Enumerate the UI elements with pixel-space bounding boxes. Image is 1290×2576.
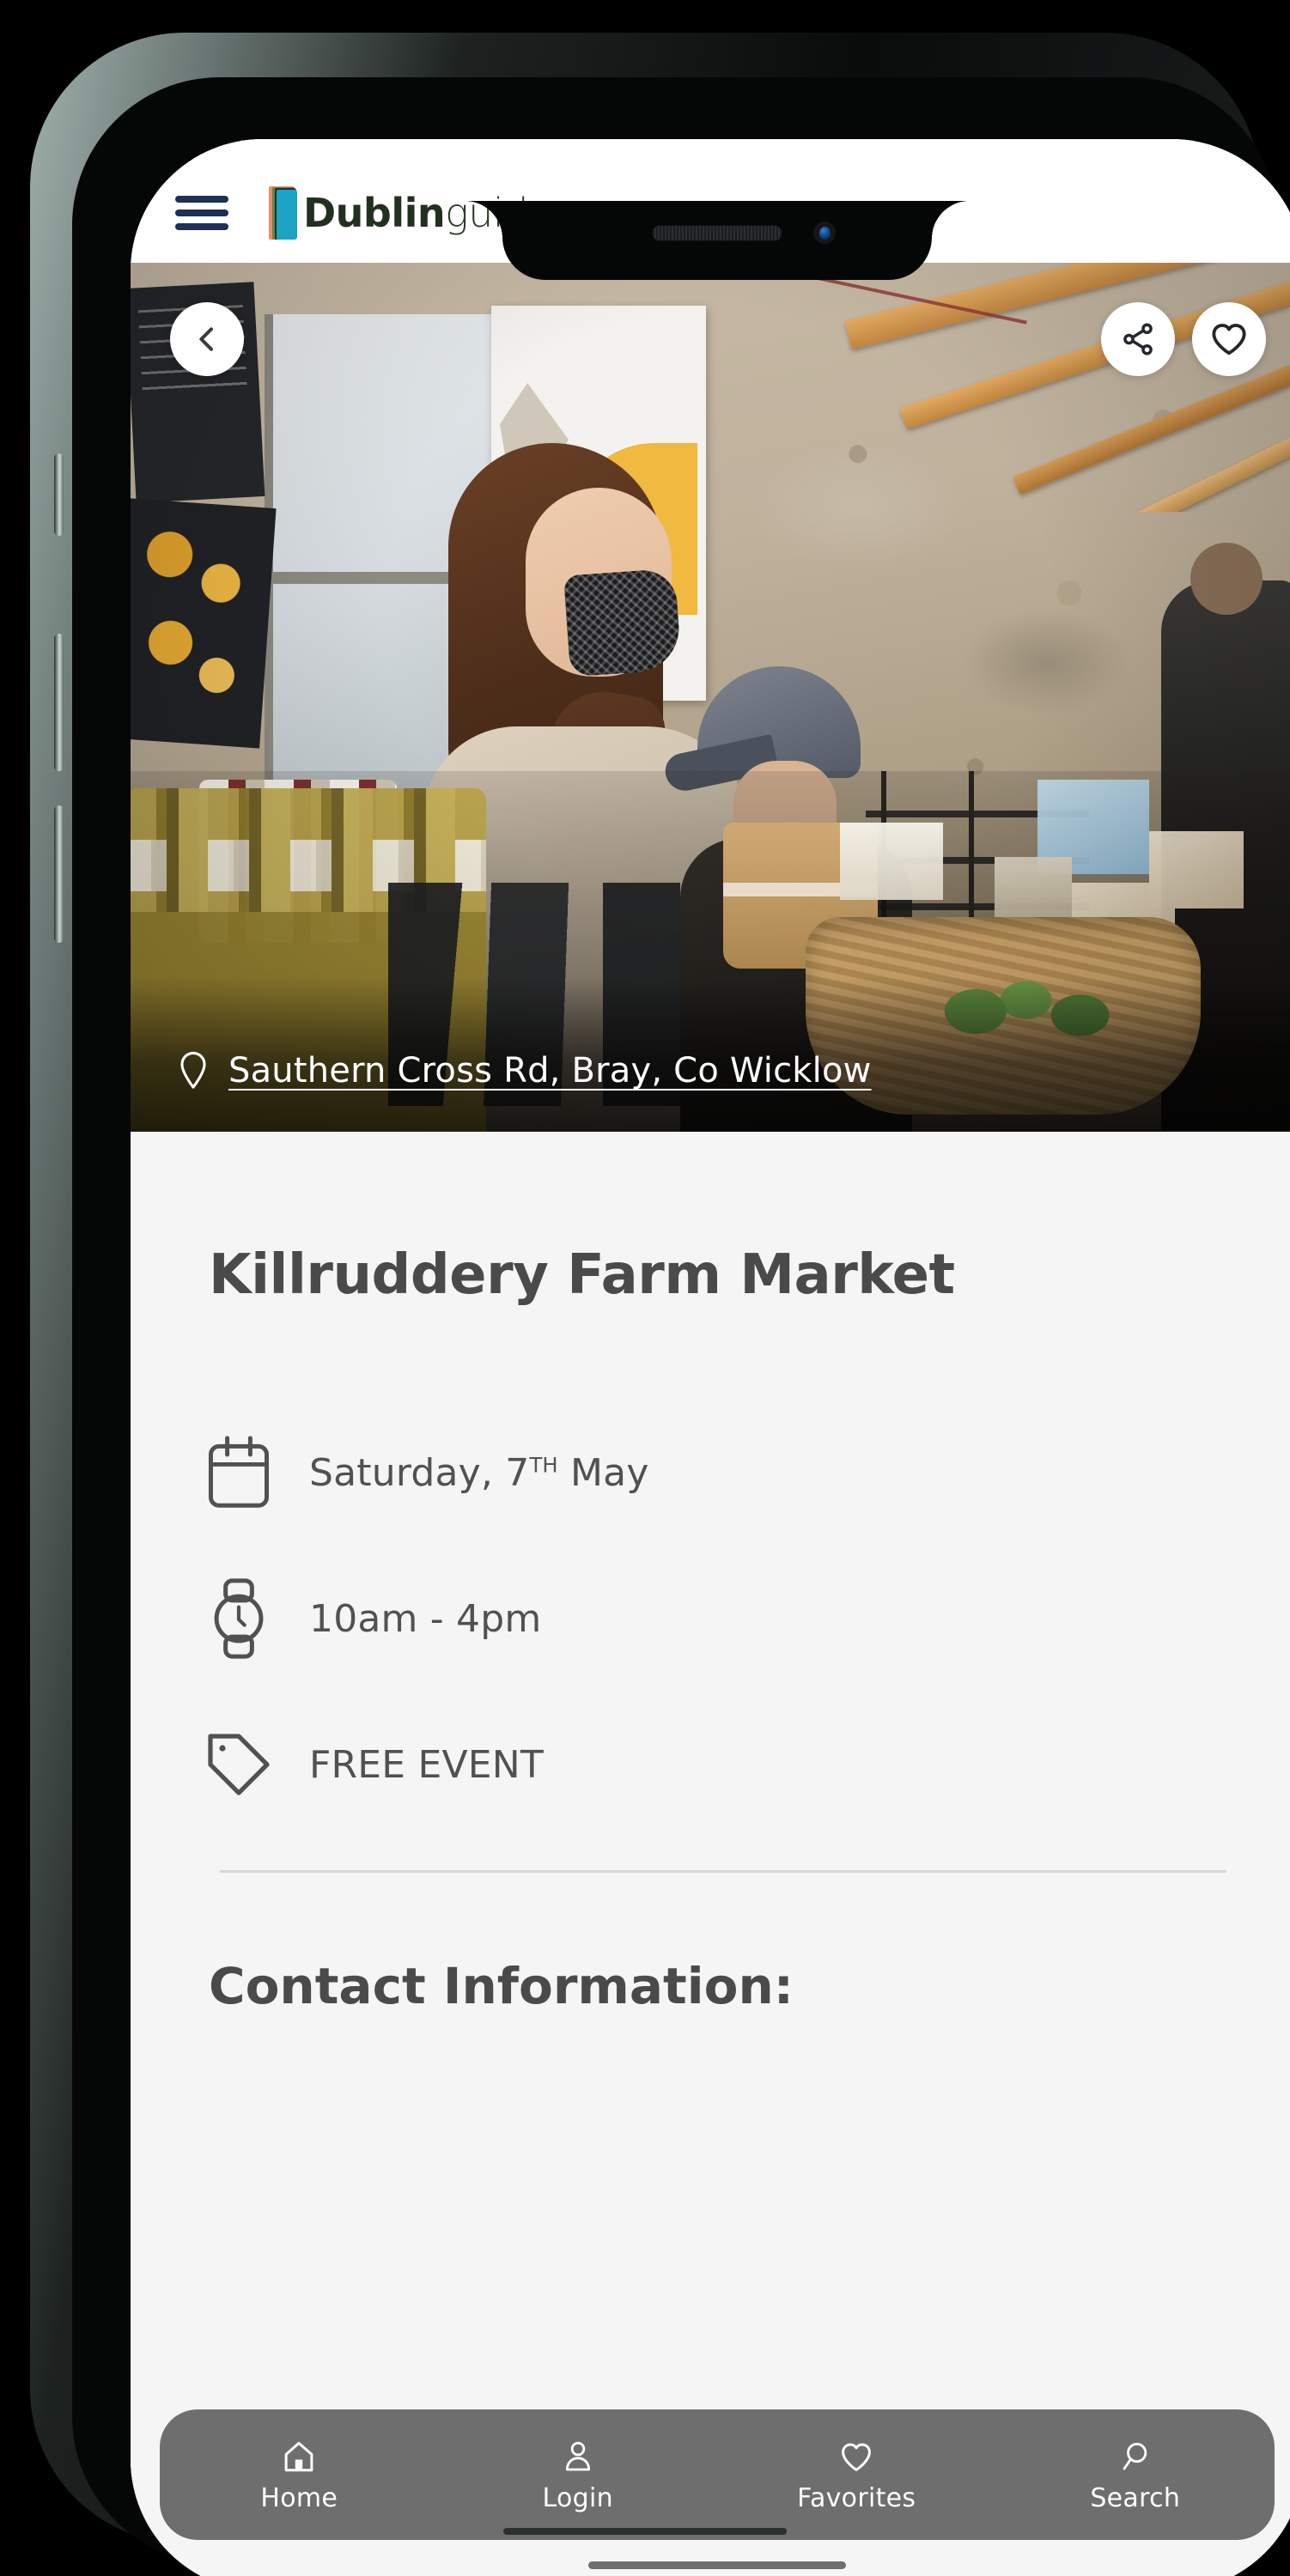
home-icon [281, 2437, 317, 2476]
map-pin-icon [180, 1051, 206, 1089]
nav-label-login: Login [542, 2482, 613, 2513]
nav-item-favorites[interactable]: Favorites [717, 2437, 996, 2513]
event-date-label: Saturday, 7TH May [309, 1451, 649, 1495]
calendar-icon [187, 1435, 290, 1510]
hamburger-bar [175, 223, 228, 230]
phone-mute-switch[interactable] [54, 453, 64, 536]
nav-label-favorites: Favorites [797, 2482, 916, 2513]
page-title: Killruddery Farm Market [209, 1243, 955, 1307]
event-date-month: May [557, 1450, 649, 1495]
event-price-label: FREE EVENT [309, 1742, 544, 1787]
back-button[interactable] [170, 302, 244, 376]
event-date-main: Saturday, 7 [309, 1450, 530, 1495]
chevron-left-icon [199, 327, 213, 351]
user-icon [561, 2437, 595, 2476]
share-icon [1123, 323, 1153, 355]
phone-frame: Dublinguide [30, 33, 1290, 2576]
price-tag-icon [187, 1728, 290, 1801]
screenshot-stage: Dublinguide [0, 0, 1290, 2576]
event-date-row: Saturday, 7TH May [187, 1400, 1247, 1546]
event-time-row: 10am - 4pm [187, 1546, 1247, 1692]
nav-item-home[interactable]: Home [160, 2437, 439, 2513]
logo-text-bold: Dublin [303, 190, 446, 236]
nav-label-search: Search [1090, 2482, 1181, 2513]
event-details-section: Killruddery Farm Market Saturday, 7TH Ma… [131, 1132, 1290, 2576]
app-viewport: Dublinguide [131, 139, 1290, 2576]
phone-volume-up-button[interactable] [54, 634, 64, 771]
location-text: Sauthern Cross Rd, Bray, Co Wicklow [228, 1051, 872, 1091]
notch-corner-left [465, 201, 502, 239]
front-camera [813, 222, 836, 244]
nav-label-home: Home [260, 2482, 338, 2513]
home-indicator [588, 2561, 846, 2569]
watch-icon [187, 1577, 290, 1660]
phone-bezel: Dublinguide [72, 77, 1290, 2576]
event-info-list: Saturday, 7TH May 10am - 4pm FREE EVENT [187, 1400, 1247, 1838]
hamburger-bar [175, 196, 228, 203]
event-location[interactable]: Sauthern Cross Rd, Bray, Co Wicklow [177, 1051, 872, 1091]
hamburger-bar [175, 210, 228, 216]
contact-information-heading: Contact Information: [209, 1957, 794, 2015]
notch-corner-right [932, 201, 970, 239]
search-icon [1118, 2437, 1153, 2476]
phone-notch [502, 201, 932, 280]
event-time-label: 10am - 4pm [309, 1596, 542, 1641]
book-icon [269, 186, 298, 240]
heart-icon [838, 2437, 874, 2476]
section-divider [220, 1870, 1226, 1873]
bottom-navigation-bar: Home Login Favorites Search [160, 2409, 1275, 2540]
hamburger-menu-icon[interactable] [175, 196, 228, 230]
hero-image-section: Sauthern Cross Rd, Bray, Co Wicklow [131, 263, 1290, 1132]
phone-bottom-antenna [503, 2528, 787, 2535]
phone-volume-down-button[interactable] [54, 805, 64, 943]
event-price-row: FREE EVENT [187, 1692, 1247, 1838]
share-button[interactable] [1101, 302, 1175, 376]
heart-outline-icon [1212, 323, 1246, 355]
favorite-button[interactable] [1192, 302, 1266, 376]
event-date-ordinal: TH [529, 1452, 558, 1477]
book-page-teal [277, 190, 297, 240]
nav-item-search[interactable]: Search [996, 2437, 1275, 2513]
earpiece-speaker [652, 225, 782, 241]
phone-screen: Dublinguide [131, 139, 1290, 2576]
nav-item-login[interactable]: Login [439, 2437, 718, 2513]
